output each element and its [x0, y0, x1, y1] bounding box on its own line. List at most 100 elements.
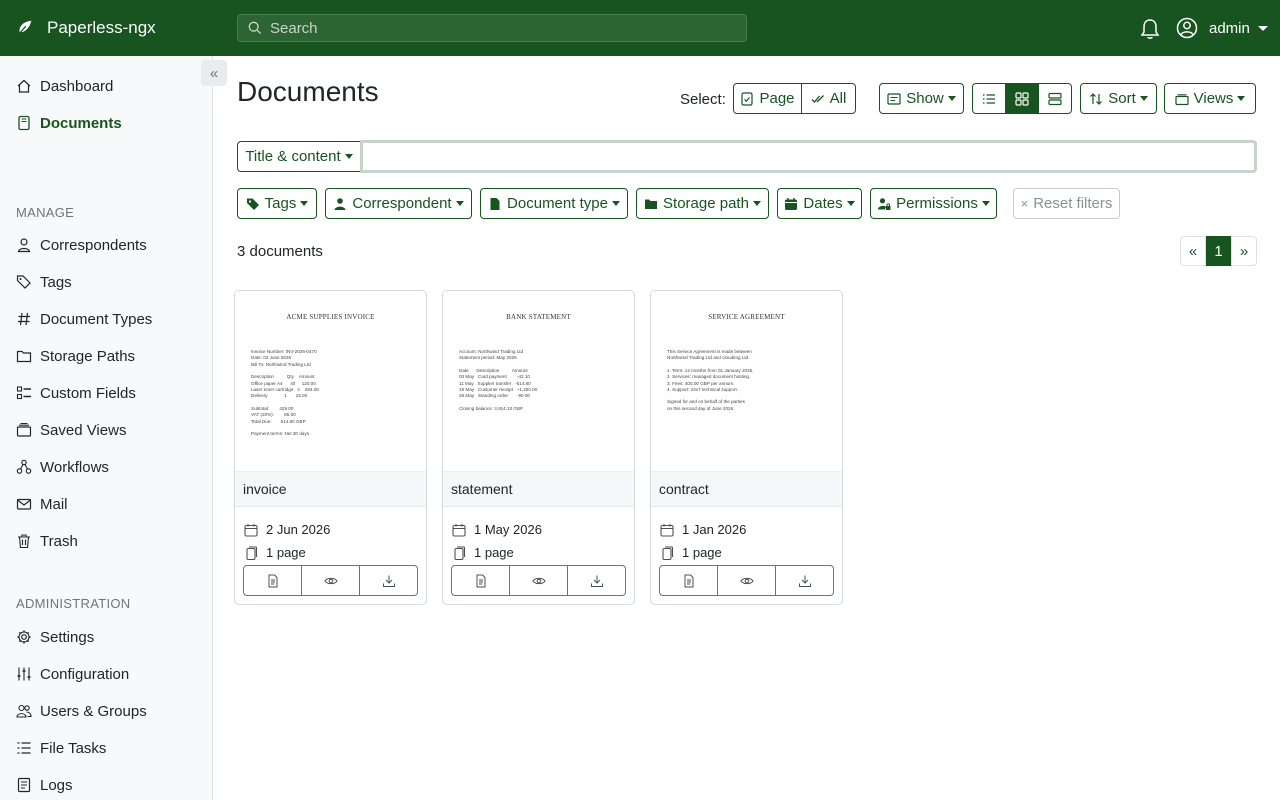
calendar-icon	[660, 523, 674, 537]
sidebar-item-dashboard[interactable]: Dashboard	[16, 75, 113, 97]
sidebar-item-correspondents[interactable]: Correspondents	[16, 234, 147, 256]
views-label: Views	[1193, 90, 1234, 107]
document-count: 3 documents	[237, 243, 323, 260]
collapse-sidebar-button[interactable]: «	[201, 60, 227, 86]
download-icon	[590, 575, 603, 587]
eye-icon	[323, 577, 338, 584]
search-box[interactable]	[237, 14, 747, 42]
show-dropdown-button[interactable]: Show	[879, 83, 964, 114]
chevron-down-icon	[1237, 96, 1246, 101]
person-icon	[17, 238, 31, 253]
sidebar-item-custom-fields[interactable]: Custom Fields	[16, 382, 136, 404]
sidebar-item-settings[interactable]: Settings	[16, 626, 94, 648]
open-details-button[interactable]	[451, 565, 510, 596]
sidebar-item-label: Workflows	[40, 458, 109, 476]
ui-checks-icon	[16, 386, 31, 400]
sort-dropdown-button[interactable]: Sort	[1080, 83, 1157, 114]
document-type-filter-button[interactable]: Document type	[480, 188, 628, 219]
view-table-button[interactable]	[972, 83, 1006, 114]
preview-button[interactable]	[510, 565, 568, 596]
document-card-invoice[interactable]: ACME SUPPLIES INVOICE Invoice Number: IN…	[234, 290, 427, 605]
title-content-label: Title & content	[245, 148, 341, 165]
view-small-cards-button[interactable]	[1005, 83, 1039, 114]
person-fill-icon	[334, 197, 346, 210]
file-fill-icon	[490, 197, 500, 210]
download-button[interactable]	[568, 565, 626, 596]
sidebar-item-label: Documents	[40, 114, 122, 132]
house-icon	[17, 79, 31, 93]
correspondent-filter-button[interactable]: Correspondent	[325, 188, 472, 219]
brand[interactable]: Paperless-ngx	[0, 18, 237, 38]
people-icon	[16, 704, 32, 718]
preview-button[interactable]	[718, 565, 776, 596]
sidebar-item-label: Configuration	[40, 665, 130, 683]
thumbnail-body: This Service Agreement is made between No…	[667, 349, 826, 412]
collection-icon	[1175, 93, 1189, 105]
dates-filter-button[interactable]: Dates	[777, 188, 862, 219]
pager-page-1[interactable]: 1	[1206, 236, 1231, 266]
user-name: admin	[1209, 19, 1250, 37]
reset-filters-button[interactable]: × Reset filters	[1013, 188, 1120, 219]
views-dropdown-button[interactable]: Views	[1164, 83, 1256, 114]
document-thumbnail[interactable]: BANK STATEMENT Account: Northwind Tradin…	[443, 291, 634, 471]
sidebar-item-label: Correspondents	[40, 236, 147, 254]
preview-button[interactable]	[302, 565, 360, 596]
eye-icon	[531, 577, 546, 584]
pager-next-button[interactable]: »	[1231, 236, 1257, 266]
document-pages-row: 1 page	[660, 545, 722, 560]
sidebar-item-document-types[interactable]: Document Types	[16, 308, 152, 330]
chevron-down-icon	[947, 96, 956, 101]
document-type-filter-label: Document type	[507, 195, 608, 212]
sidebar-item-storage-paths[interactable]: Storage Paths	[16, 345, 135, 367]
sidebar-item-workflows[interactable]: Workflows	[16, 456, 109, 478]
document-card-contract[interactable]: SERVICE AGREEMENT This Service Agreement…	[650, 290, 843, 605]
correspondent-filter-label: Correspondent	[352, 195, 452, 212]
open-details-button[interactable]	[659, 565, 718, 596]
sidebar-item-label: File Tasks	[40, 739, 107, 757]
title-content-dropdown[interactable]: Title & content	[237, 141, 361, 172]
sidebar: « Dashboard Documents MANAGE Corresponde…	[0, 56, 227, 800]
sidebar-item-file-tasks[interactable]: File Tasks	[16, 737, 106, 759]
tags-filter-button[interactable]: Tags	[237, 188, 317, 219]
sidebar-item-tags[interactable]: Tags	[16, 271, 72, 293]
select-page-button[interactable]: Page	[733, 83, 802, 114]
sidebar-item-users-groups[interactable]: Users & Groups	[16, 700, 147, 722]
document-thumbnail[interactable]: SERVICE AGREEMENT This Service Agreement…	[651, 291, 842, 471]
select-label: Select:	[680, 91, 726, 108]
sidebar-item-configuration[interactable]: Configuration	[16, 663, 129, 685]
sidebar-item-label: Dashboard	[40, 77, 114, 95]
storage-path-filter-button[interactable]: Storage path	[636, 188, 769, 219]
sidebar-item-label: Users & Groups	[40, 702, 147, 720]
sidebar-item-label: Logs	[40, 776, 73, 794]
document-title: invoice	[235, 471, 426, 507]
sidebar-item-label: Storage Paths	[40, 347, 136, 365]
files-icon	[454, 545, 466, 560]
sidebar-item-documents[interactable]: Documents	[16, 112, 122, 134]
user-menu[interactable]: admin	[1176, 17, 1268, 39]
chevron-down-icon	[611, 201, 620, 206]
search-input[interactable]	[270, 19, 730, 37]
sidebar-item-logs[interactable]: Logs	[16, 774, 73, 796]
sidebar-item-trash[interactable]: Trash	[16, 530, 78, 552]
view-large-cards-button[interactable]	[1038, 83, 1072, 114]
top-navbar: Paperless-ngx admin	[0, 0, 1280, 56]
sort-label: Sort	[1108, 90, 1136, 107]
sidebar-item-saved-views[interactable]: Saved Views	[16, 419, 126, 441]
document-thumbnail[interactable]: ACME SUPPLIES INVOICE Invoice Number: IN…	[235, 291, 426, 471]
document-date-row: 1 Jan 2026	[660, 522, 746, 537]
text-filter-input[interactable]	[360, 140, 1257, 173]
document-card-statement[interactable]: BANK STATEMENT Account: Northwind Tradin…	[442, 290, 635, 605]
permissions-filter-button[interactable]: Permissions	[870, 188, 997, 219]
document-date: 1 Jan 2026	[682, 522, 747, 537]
sidebar-item-mail[interactable]: Mail	[16, 493, 68, 515]
select-all-button[interactable]: All	[801, 83, 856, 114]
notifications-bell-icon[interactable]	[1140, 18, 1160, 40]
download-button[interactable]	[360, 565, 418, 596]
document-page-count: 1 page	[682, 545, 722, 560]
document-title: statement	[443, 471, 634, 507]
pager-previous-button[interactable]: «	[1180, 236, 1206, 266]
tags-filter-label: Tags	[264, 195, 297, 212]
download-button[interactable]	[776, 565, 834, 596]
open-details-button[interactable]	[243, 565, 302, 596]
list-icon	[983, 93, 995, 104]
